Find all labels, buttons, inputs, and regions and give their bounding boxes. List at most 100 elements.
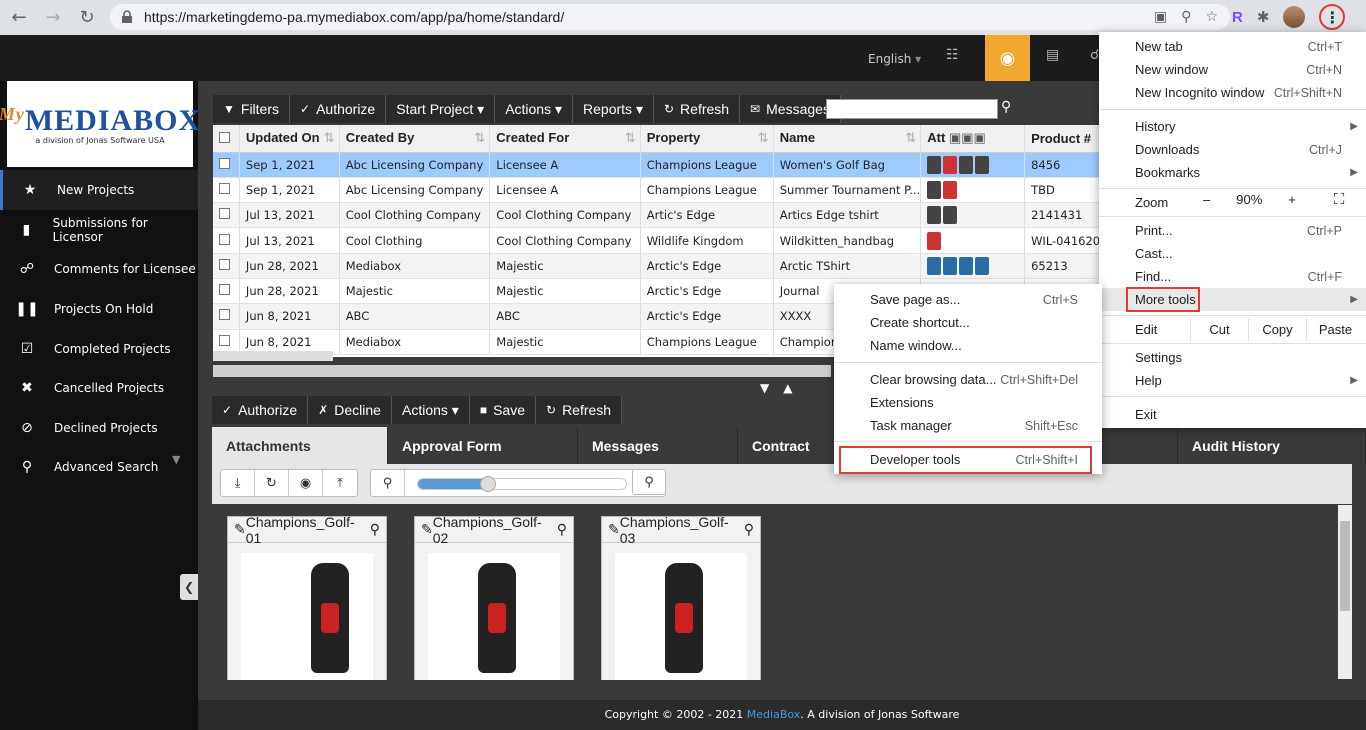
attachment-card[interactable]: ✎ Champions_Golf-01 ⚲ [227,514,387,680]
menu-item-print[interactable]: Print... Ctrl+P [1099,219,1366,242]
submenu-item-save-page[interactable]: Save page as... Ctrl+S [834,288,1102,311]
detail-actions-button[interactable]: Actions ▾ [392,396,470,424]
menu-item-help[interactable]: Help ▶ [1099,369,1366,392]
sidebar-item-comments[interactable]: ☍ Comments for Licensee [0,249,198,289]
tab-approval-form[interactable]: Approval Form [388,427,578,464]
paste-button[interactable]: Paste [1306,318,1364,341]
submenu-item-clear-data[interactable]: Clear browsing data... Ctrl+Shift+Del [834,368,1102,391]
sync-icon[interactable]: ↻ [255,470,289,496]
extensions-puzzle-icon[interactable]: ✱ [1257,8,1270,26]
row-checkbox[interactable] [213,253,240,279]
search-icon[interactable]: ⚲ [557,521,567,538]
menu-item-settings[interactable]: Settings [1099,346,1366,369]
sidebar-item-submissions[interactable]: ▮ Submissions for Licensor [0,210,198,250]
bookmark-star-icon[interactable]: ☆ [1205,9,1218,25]
table-row[interactable]: Jul 13, 2021 Cool Clothing Cool Clothing C… [213,227,1103,254]
extension-r-icon[interactable]: R [1232,9,1243,26]
column-header-attachments[interactable]: Att ▣▣▣ [920,125,1026,153]
thumbnail-image[interactable] [943,155,958,174]
translate-icon[interactable]: ▣ [1154,9,1167,25]
chevron-down-icon[interactable]: ▼ [172,453,180,466]
column-header-updated-on[interactable]: Updated On ⇅ [239,125,340,153]
globe-icon[interactable]: ◉ [985,35,1030,81]
chevron-up-icon[interactable]: ▲ [783,381,792,395]
thumbnail-image[interactable] [943,256,958,275]
tab-audit-history[interactable]: Audit History [1178,427,1366,464]
book-icon[interactable]: ▤ [1046,47,1059,63]
row-checkbox[interactable] [213,278,240,305]
actions-button[interactable]: Actions ▾ [495,95,574,123]
column-header-product[interactable]: Product # [1024,125,1103,153]
search-icon[interactable]: ⚲ [1001,99,1011,115]
column-header-name[interactable]: Name ⇅ [773,125,922,153]
edit-icon[interactable]: ✎ [421,521,433,538]
decline-button[interactable]: ✗ Decline [308,396,392,424]
menu-item-bookmarks[interactable]: Bookmarks ▶ [1099,161,1366,184]
zoom-in-button[interactable]: + [1288,192,1296,207]
menu-item-find[interactable]: Find... Ctrl+F [1099,265,1366,288]
table-row[interactable]: Jun 28, 2021 Mediabox Majestic Arctic's Edg… [213,253,1103,279]
sidebar-collapse-button[interactable]: ❮ [180,574,198,600]
filters-button[interactable]: ▼ Filters [213,95,291,123]
row-checkbox[interactable] [213,303,240,330]
refresh-button[interactable]: ↻ Refresh [654,95,741,123]
search-icon[interactable]: ⚲ [370,521,380,538]
thumbnail-image[interactable] [927,231,942,250]
thumbnail-image[interactable] [943,206,958,225]
thumbnail-image[interactable] [975,256,990,275]
menu-item-cast[interactable]: Cast... [1099,242,1366,265]
thumbnail-image[interactable] [975,155,990,174]
thumbnail-image[interactable] [927,256,942,275]
menu-item-exit[interactable]: Exit [1099,403,1366,426]
back-icon[interactable]: ← [4,3,34,33]
chevron-down-icon[interactable]: ▼ [760,381,769,395]
thumbnail-image[interactable] [959,155,974,174]
column-header-created-by[interactable]: Created By ⇅ [339,125,491,153]
menu-item-history[interactable]: History ▶ [1099,115,1366,138]
cut-button[interactable]: Cut [1190,318,1248,341]
thumbnail-image[interactable] [943,180,958,199]
sidebar-item-new-projects[interactable]: ★ New Projects [0,170,198,210]
thumbnail-image[interactable] [927,180,942,199]
thumbnail-image[interactable] [927,206,942,225]
table-row[interactable]: Jul 13, 2021 Cool Clothing Company Cool Cl… [213,202,1103,229]
save-button[interactable]: ■ Save [470,396,536,424]
table-scroll-thumb[interactable] [213,351,333,361]
table-row[interactable]: Sep 1, 2021 Abc Licensing Company Licensee… [213,177,1103,204]
search-icon[interactable]: ⚲ [744,521,754,538]
reload-icon[interactable]: ↻ [72,3,102,33]
row-checkbox[interactable] [213,202,240,229]
menu-item-downloads[interactable]: Downloads Ctrl+J [1099,138,1366,161]
forward-icon[interactable]: → [38,3,68,33]
zoom-in-icon[interactable]: ⚲ [632,469,666,495]
mediabox-logo[interactable]: MyMEDIABOX a division of Jonas Software … [0,81,200,167]
address-bar[interactable]: https://marketingdemo-pa.mymediabox.com/… [110,4,1230,30]
start-project-button[interactable]: Start Project ▾ [386,95,496,123]
submenu-item-extensions[interactable]: Extensions [834,391,1102,414]
copy-button[interactable]: Copy [1248,318,1306,341]
footer-brand-link[interactable]: MediaBox [747,708,801,721]
profile-avatar[interactable] [1283,6,1306,28]
sidebar-item-declined[interactable]: ⊘ Declined Projects [0,408,198,448]
submenu-item-task-manager[interactable]: Task manager Shift+Esc [834,414,1102,437]
upload-icon[interactable]: ⤒ [323,470,357,496]
sitemap-icon[interactable]: ☷ [946,47,959,63]
project-search-input[interactable] [826,99,998,119]
tab-attachments[interactable]: Attachments [212,427,388,464]
edit-icon[interactable]: ✎ [608,521,620,538]
fullscreen-icon[interactable]: ⛶ [1334,191,1345,208]
menu-item-new-window[interactable]: New window Ctrl+N [1099,58,1366,81]
thumbnail-image[interactable] [959,256,974,275]
bell-icon[interactable]: ☌ [1090,47,1099,63]
select-all-checkbox[interactable] [213,125,240,153]
reports-button[interactable]: Reports ▾ [573,95,654,123]
gallery-scrollbar[interactable] [1338,505,1352,679]
attachment-card[interactable]: ✎ Champions_Golf-02 ⚲ [414,514,574,680]
chrome-menu-icon[interactable]: ⋮ [1319,4,1346,30]
column-header-property[interactable]: Property ⇅ [640,125,774,153]
row-checkbox[interactable] [213,177,240,204]
submenu-item-create-shortcut[interactable]: Create shortcut... [834,311,1102,334]
column-header-created-for[interactable]: Created For ⇅ [489,125,641,153]
zoom-out-icon[interactable]: ⚲ [371,470,405,496]
sidebar-item-on-hold[interactable]: ❚❚ Projects On Hold [0,289,198,329]
